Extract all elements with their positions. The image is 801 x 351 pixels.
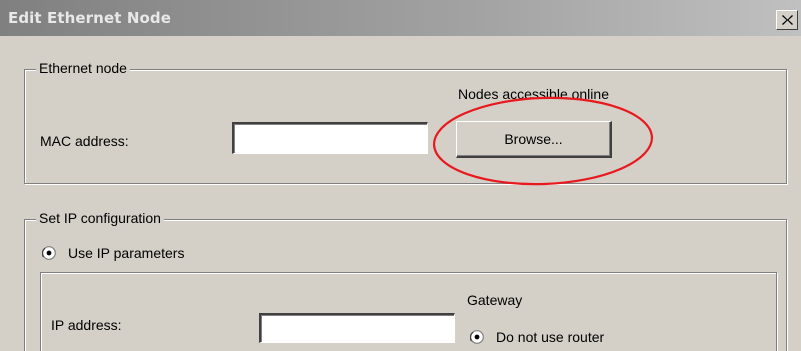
gateway-label: Gateway: [467, 292, 523, 308]
close-button[interactable]: [776, 10, 798, 30]
ip-address-label: IP address:: [51, 317, 122, 333]
ethernet-node-legend: Ethernet node: [36, 60, 130, 76]
do-not-use-router-radio[interactable]: Do not use router: [470, 329, 670, 347]
mac-address-input[interactable]: [232, 122, 428, 154]
nodes-accessible-label: Nodes accessible online: [458, 86, 609, 102]
radio-selected-icon: [42, 246, 56, 260]
ip-address-input[interactable]: [259, 313, 455, 343]
browse-button[interactable]: Browse...: [456, 121, 612, 158]
browse-button-label: Browse...: [504, 131, 563, 147]
title-bar[interactable]: Edit Ethernet Node: [0, 0, 801, 36]
radio-selected-icon: [470, 330, 484, 344]
close-icon: [782, 15, 793, 25]
do-not-use-router-label: Do not use router: [496, 329, 605, 345]
use-ip-parameters-radio[interactable]: Use IP parameters: [42, 245, 222, 263]
ip-configuration-legend: Set IP configuration: [36, 210, 164, 226]
use-ip-parameters-label: Use IP parameters: [68, 245, 185, 261]
edit-ethernet-node-dialog: Edit Ethernet Node Ethernet node Nodes a…: [0, 0, 801, 351]
mac-address-label: MAC address:: [40, 133, 129, 149]
window-title: Edit Ethernet Node: [8, 9, 171, 27]
